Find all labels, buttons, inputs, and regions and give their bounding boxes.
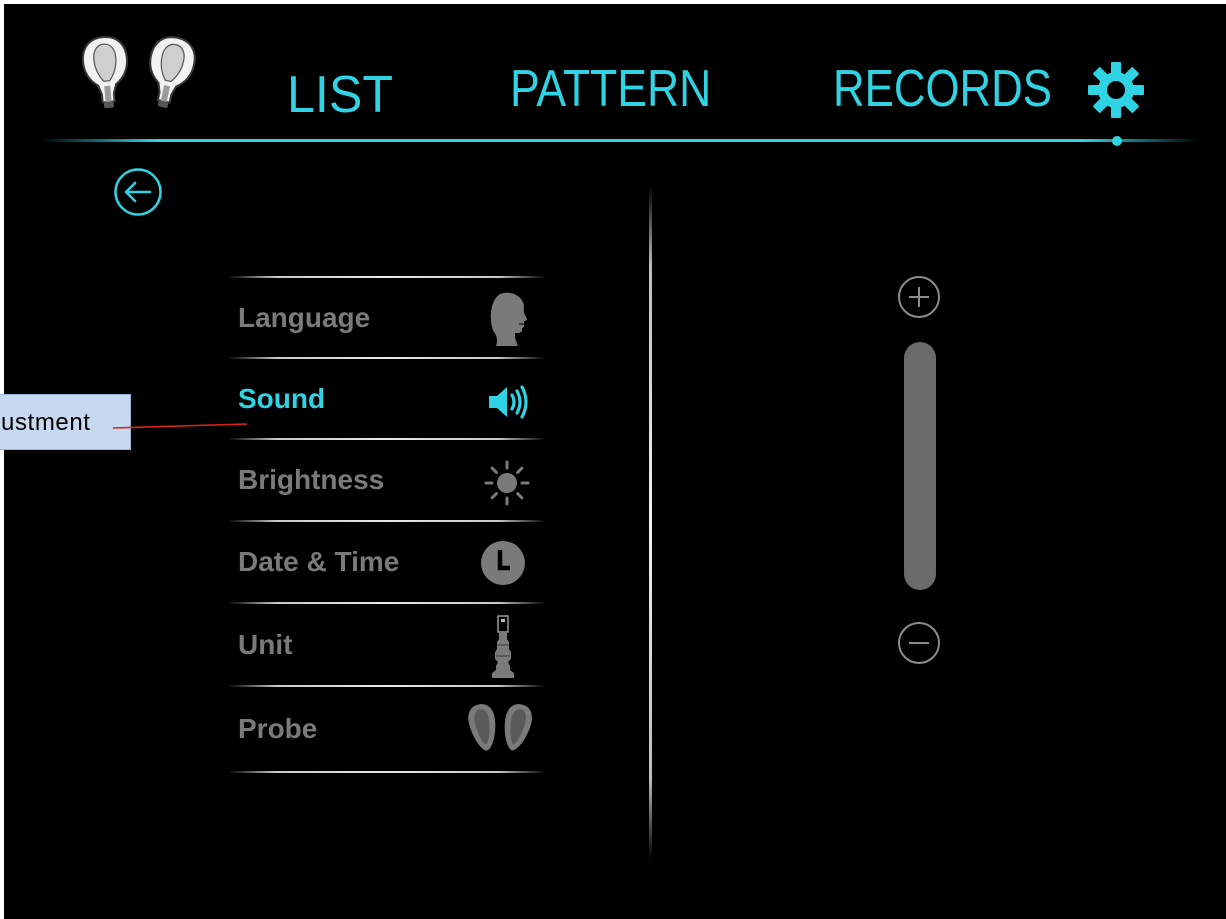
menu-item-label: Unit — [238, 628, 293, 660]
unit-icon — [492, 615, 514, 678]
gear-icon[interactable] — [1086, 60, 1146, 120]
menu-item-date-time[interactable]: Date & Time — [228, 522, 546, 602]
menu-divider — [228, 771, 546, 773]
panel-divider — [649, 185, 652, 860]
header-divider — [40, 139, 1200, 142]
menu-item-label: Sound — [238, 382, 326, 414]
volume-slider[interactable] — [904, 342, 936, 590]
tab-records[interactable]: RECORDS — [833, 63, 1052, 115]
back-arrow-icon[interactable] — [110, 168, 166, 218]
tab-pattern[interactable]: PATTERN — [510, 63, 711, 115]
menu-item-label: Language — [238, 301, 371, 333]
menu-item-label: Date & Time — [238, 546, 400, 577]
minus-circle-icon[interactable] — [895, 620, 943, 668]
active-tab-indicator — [1112, 136, 1122, 146]
annotation-leader-line — [112, 423, 248, 429]
tab-list[interactable]: LIST — [287, 69, 393, 121]
clock-icon — [481, 541, 525, 585]
menu-item-probe[interactable]: Probe — [228, 687, 546, 771]
menu-item-label: Brightness — [238, 464, 385, 495]
probe-icon — [468, 704, 532, 751]
probe-pair-icon — [80, 32, 200, 113]
sun-icon — [484, 460, 530, 506]
probe-right-icon — [139, 32, 200, 113]
speaker-icon — [489, 385, 528, 419]
menu-item-sound[interactable]: Sound — [228, 359, 546, 438]
head-icon — [490, 292, 527, 346]
annotation-text: ustment — [1, 409, 91, 436]
menu-item-brightness[interactable]: Brightness — [228, 440, 546, 520]
menu-item-label: Probe — [238, 713, 318, 744]
menu-item-language[interactable]: Language — [228, 278, 546, 357]
probe-left-icon — [80, 34, 133, 111]
plus-circle-icon[interactable] — [895, 274, 943, 322]
menu-item-unit[interactable]: Unit — [228, 604, 546, 685]
